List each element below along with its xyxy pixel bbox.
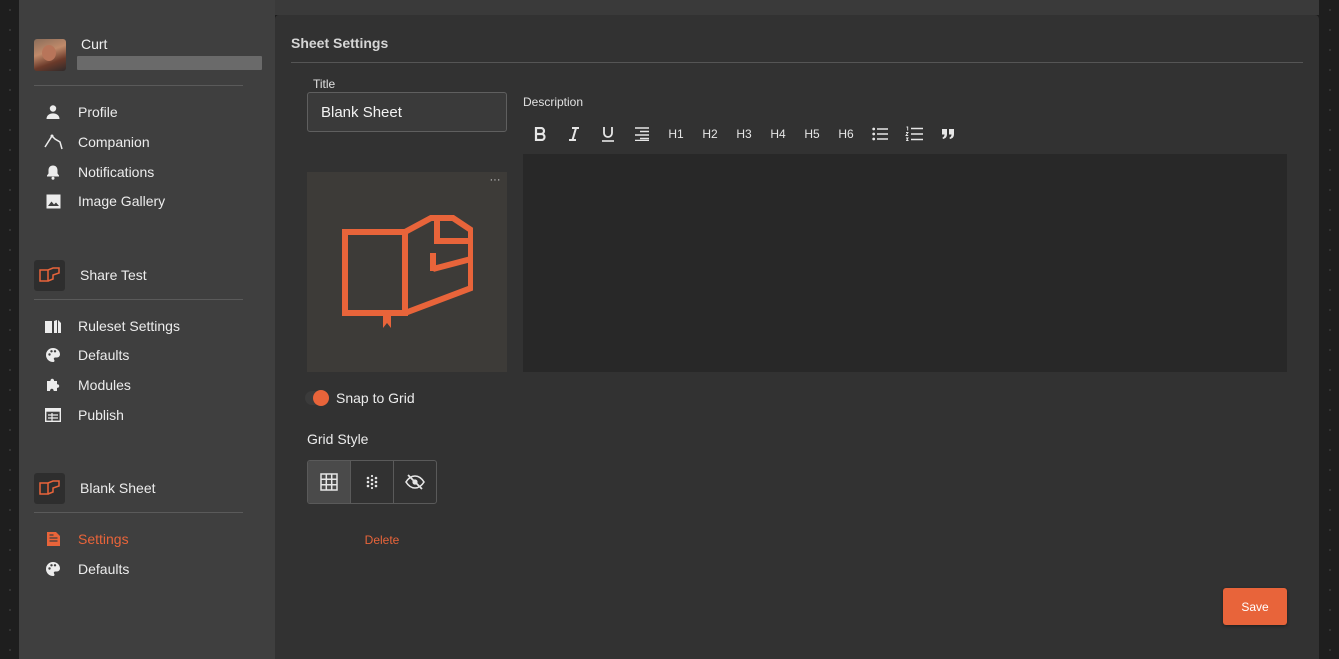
align-right-button[interactable] (625, 119, 659, 149)
puzzle-icon (43, 375, 63, 395)
bold-icon (534, 127, 546, 141)
grid-style-selector (307, 460, 437, 504)
sheet-name: Blank Sheet (80, 480, 156, 496)
underline-icon (602, 127, 614, 142)
italic-button[interactable] (557, 119, 591, 149)
sidebar-item-modules[interactable]: Modules (34, 373, 262, 397)
document-icon (43, 529, 63, 549)
sidebar-item-publish[interactable]: Publish (34, 403, 262, 427)
book-logo-icon (34, 259, 65, 291)
dots-icon (366, 474, 378, 490)
image-icon (43, 191, 63, 211)
sidebar-item-label: Defaults (78, 347, 130, 363)
grid-style-lines-button[interactable] (308, 461, 351, 503)
sidebar-item-companion[interactable]: Companion (34, 130, 262, 154)
delete-button[interactable]: Delete (307, 530, 457, 550)
heading-6-button[interactable]: H6 (829, 119, 863, 149)
rich-text-toolbar: H1 H2 H3 H4 H5 H6 (523, 119, 965, 149)
grid-icon (320, 473, 338, 491)
numbered-list-button[interactable] (897, 119, 931, 149)
toggle-track (305, 390, 329, 406)
quote-icon (942, 129, 954, 139)
companion-icon (43, 132, 63, 152)
sidebar-item-image-gallery[interactable]: Image Gallery (34, 189, 262, 213)
sidebar-item-defaults[interactable]: Defaults (34, 343, 262, 367)
save-button[interactable]: Save (1223, 588, 1287, 625)
sidebar-item-notifications[interactable]: Notifications (34, 160, 262, 184)
heading-5-button[interactable]: H5 (795, 119, 829, 149)
sidebar-item-settings[interactable]: Settings (34, 527, 262, 551)
page-title: Sheet Settings (291, 35, 389, 51)
sidebar-item-sheet-defaults[interactable]: Defaults (34, 557, 262, 581)
title-input[interactable] (307, 92, 507, 132)
sidebar-item-label: Companion (78, 134, 150, 150)
blockquote-button[interactable] (931, 119, 965, 149)
sidebar-item-label: Profile (78, 104, 118, 120)
palette-icon (43, 345, 63, 365)
bullet-list-button[interactable] (863, 119, 897, 149)
book-logo-icon (342, 215, 473, 328)
bold-button[interactable] (523, 119, 557, 149)
sheet-settings-panel: Sheet Settings Title ··· Snap to Grid Gr… (275, 15, 1319, 659)
italic-icon (569, 127, 579, 141)
eye-off-icon (405, 474, 425, 490)
title-divider (291, 62, 1303, 63)
grid-style-label: Grid Style (307, 431, 369, 447)
toggle-knob (313, 390, 329, 406)
align-right-icon (635, 127, 649, 141)
description-editor[interactable] (523, 154, 1287, 372)
ruleset-name: Share Test (80, 267, 147, 283)
description-label: Description (523, 95, 584, 109)
top-strip (275, 0, 1319, 15)
snap-to-grid-toggle[interactable]: Snap to Grid (305, 390, 415, 406)
bell-icon (43, 162, 63, 182)
heading-4-button[interactable]: H4 (761, 119, 795, 149)
palette-icon (43, 559, 63, 579)
sidebar-item-profile[interactable]: Profile (34, 100, 262, 124)
user-email-redacted (77, 56, 262, 70)
heading-2-button[interactable]: H2 (693, 119, 727, 149)
heading-3-button[interactable]: H3 (727, 119, 761, 149)
grid-style-dots-button[interactable] (351, 461, 394, 503)
sidebar-item-ruleset-settings[interactable]: Ruleset Settings (34, 314, 262, 338)
sidebar-divider (34, 85, 243, 86)
underline-button[interactable] (591, 119, 625, 149)
sheet-header[interactable]: Blank Sheet (34, 472, 262, 504)
sidebar-divider (34, 512, 243, 513)
sidebar-item-label: Ruleset Settings (78, 318, 180, 334)
grid-style-none-button[interactable] (394, 461, 436, 503)
ruleset-header[interactable]: Share Test (34, 259, 262, 291)
book-settings-icon (43, 316, 63, 336)
sidebar-item-label: Settings (78, 531, 129, 547)
numbered-list-icon (905, 126, 923, 142)
user-row[interactable]: Curt (34, 36, 262, 76)
heading-1-button[interactable]: H1 (659, 119, 693, 149)
sidebar-item-label: Defaults (78, 561, 130, 577)
more-options-icon[interactable]: ··· (486, 175, 504, 189)
sidebar-item-label: Publish (78, 407, 124, 423)
publish-icon (43, 405, 63, 425)
bullet-list-icon (872, 127, 888, 141)
sheet-image[interactable]: ··· (307, 172, 507, 372)
sidebar-divider (34, 299, 243, 300)
sidebar-item-label: Modules (78, 377, 131, 393)
sidebar-item-label: Image Gallery (78, 193, 166, 209)
person-icon (43, 102, 63, 122)
sidebar-item-label: Notifications (78, 164, 155, 180)
book-logo-icon (34, 472, 65, 504)
user-name: Curt (81, 36, 108, 52)
snap-to-grid-label: Snap to Grid (336, 390, 415, 406)
title-field-label: Title (313, 77, 336, 91)
sidebar: Curt Profile Companion Notifications Ima… (19, 0, 275, 659)
avatar (34, 39, 66, 71)
